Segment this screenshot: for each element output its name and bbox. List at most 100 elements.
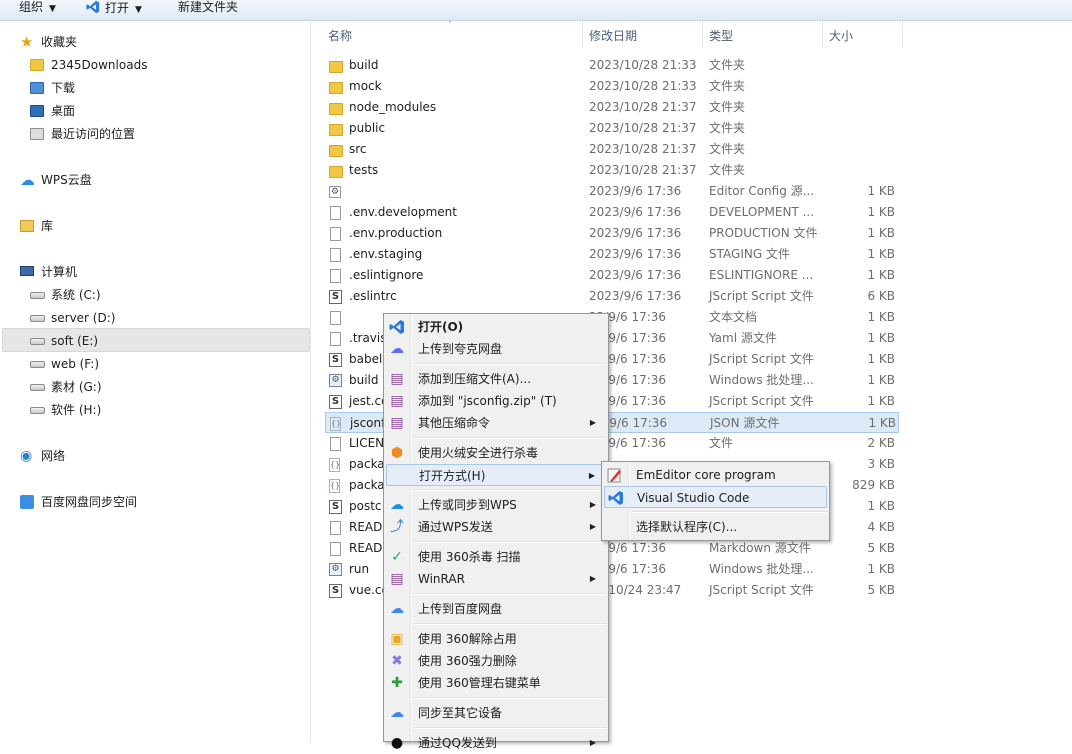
sort-ascending-icon: ˄ (448, 20, 452, 29)
folder-icon (329, 59, 343, 73)
file-row[interactable]: .env.development 2023/9/6 17:36 DEVELOPMEN… (325, 202, 899, 223)
file-row[interactable]: tests 2023/10/28 21:37 文件夹 (325, 160, 899, 181)
menu-item-label: 上传到夸克网盘 (418, 342, 503, 356)
wps-share-icon: ⤴ (390, 519, 404, 535)
menu-item[interactable]: ☁ 上传或同步到WPS ▶ (386, 494, 606, 516)
file-row[interactable]: ⚙ 2023/9/6 17:36 Editor Config 源... 1 KB (325, 181, 899, 202)
menu-item[interactable]: ✓ 使用 360杀毒 扫描 (386, 546, 606, 568)
menu-item[interactable]: EmEditor core program (604, 464, 827, 486)
batch-file-icon: ⚙ (329, 374, 343, 388)
file-name: tests (349, 163, 379, 177)
file-name: packa (349, 478, 385, 492)
nav-network-label: 网络 (41, 449, 66, 463)
column-size[interactable]: 大小 (829, 27, 853, 44)
file-icon (329, 206, 343, 220)
blank-icon (390, 468, 406, 484)
open-button[interactable]: 打开 ▼ (85, 0, 142, 15)
menu-item[interactable]: ▤ WinRAR ▶ (386, 568, 606, 590)
file-date: 2023/10/28 21:37 (589, 142, 697, 156)
huorong-icon: ⬢ (390, 445, 404, 461)
jscript-file-icon: S (329, 584, 343, 598)
menu-item[interactable]: ☁ 同步至其它设备 (386, 702, 606, 724)
menu-item[interactable]: Visual Studio Code (604, 486, 827, 508)
drive-icon (30, 402, 46, 418)
file-date: 2023/9/6 17:36 (589, 289, 682, 303)
json-file-icon: {} (329, 479, 343, 493)
file-name: mock (349, 79, 382, 93)
nav-library-label: 库 (41, 219, 54, 233)
file-row[interactable]: mock 2023/10/28 21:33 文件夹 (325, 76, 899, 97)
file-name: src (349, 142, 367, 156)
file-row[interactable]: public 2023/10/28 21:37 文件夹 (325, 118, 899, 139)
column-header: 名称 ˄ 修改日期 类型 大小 (311, 20, 911, 47)
file-name: node_modules (349, 100, 437, 114)
menu-item[interactable]: 打开(O) (386, 316, 606, 338)
drive-icon (30, 333, 46, 349)
menu-item-label: 其他压缩命令 (418, 416, 491, 430)
menu-item-label: 上传到百度网盘 (418, 602, 503, 616)
menu-separator (414, 697, 606, 699)
file-row[interactable]: src 2023/10/28 21:37 文件夹 (325, 139, 899, 160)
file-type: 文件夹 (709, 121, 746, 135)
file-type: JScript Script 文件 (709, 583, 814, 597)
file-row[interactable]: S .eslintrc 2023/9/6 17:36 JScript Script 文… (325, 286, 899, 307)
menu-item[interactable]: ▤ 添加到 "jsconfig.zip" (T) (386, 390, 606, 412)
file-name: READI (349, 541, 386, 555)
file-size: 5 KB (867, 583, 895, 597)
menu-item[interactable]: ☁ 上传到百度网盘 (386, 598, 606, 620)
menu-item[interactable]: ⬢ 使用火绒安全进行杀毒 (386, 442, 606, 464)
system-drive-icon (30, 287, 46, 303)
menu-item[interactable]: 打开方式(H) ▶ (386, 464, 606, 486)
file-row[interactable]: node_modules 2023/10/28 21:37 文件夹 (325, 97, 899, 118)
winrar-icon: ▤ (390, 415, 404, 431)
file-name: postc (349, 499, 382, 513)
file-size: 1 KB (867, 205, 895, 219)
nav-item-label: 最近访问的位置 (51, 127, 136, 141)
menu-separator (414, 363, 606, 365)
nav-drive-label: 素材 (G:) (51, 380, 102, 394)
file-row[interactable]: .eslintignore 2023/9/6 17:36 ESLINTIGNORE … (325, 265, 899, 286)
baidu-sync-folder-icon (20, 494, 36, 510)
file-row[interactable]: .env.production 2023/9/6 17:36 PRODUCTION … (325, 223, 899, 244)
file-date: 2023/10/28 21:33 (589, 58, 697, 72)
menu-item[interactable]: 选择默认程序(C)... (604, 516, 827, 538)
file-row[interactable]: .env.staging 2023/9/6 17:36 STAGING 文件 1 KB (325, 244, 899, 265)
menu-separator (632, 511, 827, 513)
menu-item[interactable]: ● 通过QQ发送到 ▶ (386, 732, 606, 754)
nav-drive-label: soft (E:) (51, 334, 99, 348)
file-row[interactable]: build 2023/10/28 21:33 文件夹 (325, 55, 899, 76)
menu-separator (414, 489, 606, 491)
file-name: jsconf (350, 416, 386, 430)
column-date[interactable]: 修改日期 (589, 27, 637, 44)
qq-icon: ● (390, 735, 404, 751)
menu-item[interactable]: ☁ 上传到夸克网盘 (386, 338, 606, 360)
file-name: .env.production (349, 226, 443, 240)
menu-item[interactable]: ▤ 添加到压缩文件(A)... (386, 368, 606, 390)
file-name: .eslintrc (349, 289, 397, 303)
file-icon (329, 269, 343, 283)
menu-item[interactable]: ✖ 使用 360强力删除 (386, 650, 606, 672)
file-type: Editor Config 源... (709, 184, 815, 198)
column-name[interactable]: 名称 (328, 27, 352, 44)
menu-item[interactable]: ⤴ 通过WPS发送 ▶ (386, 516, 606, 538)
submenu-arrow-icon: ▶ (588, 471, 595, 480)
menu-item[interactable]: ▤ 其他压缩命令 ▶ (386, 412, 606, 434)
new-folder-button[interactable]: 新建文件夹 (178, 0, 238, 14)
menu-item-label: 添加到 "jsconfig.zip" (T) (418, 394, 557, 408)
folder-icon (329, 122, 343, 136)
file-type: 文件夹 (709, 163, 746, 177)
file-size: 1 KB (867, 247, 895, 261)
json-file-icon: {} (330, 417, 344, 431)
menu-item[interactable]: ▣ 使用 360解除占用 (386, 628, 606, 650)
menu-item[interactable]: ✚ 使用 360管理右键菜单 (386, 672, 606, 694)
column-type[interactable]: 类型 (709, 27, 733, 44)
file-type: JSON 源文件 (710, 416, 780, 430)
file-name: babel (349, 352, 383, 366)
menu-item-label: 使用 360管理右键菜单 (418, 676, 541, 690)
nav-item-label: 2345Downloads (51, 58, 148, 72)
file-name: public (349, 121, 386, 135)
menu-item-label: 添加到压缩文件(A)... (418, 372, 532, 386)
organize-button[interactable]: 组织 ▼ (19, 0, 56, 14)
winrar-icon: ▤ (390, 371, 404, 387)
json-file-icon: {} (329, 458, 343, 472)
